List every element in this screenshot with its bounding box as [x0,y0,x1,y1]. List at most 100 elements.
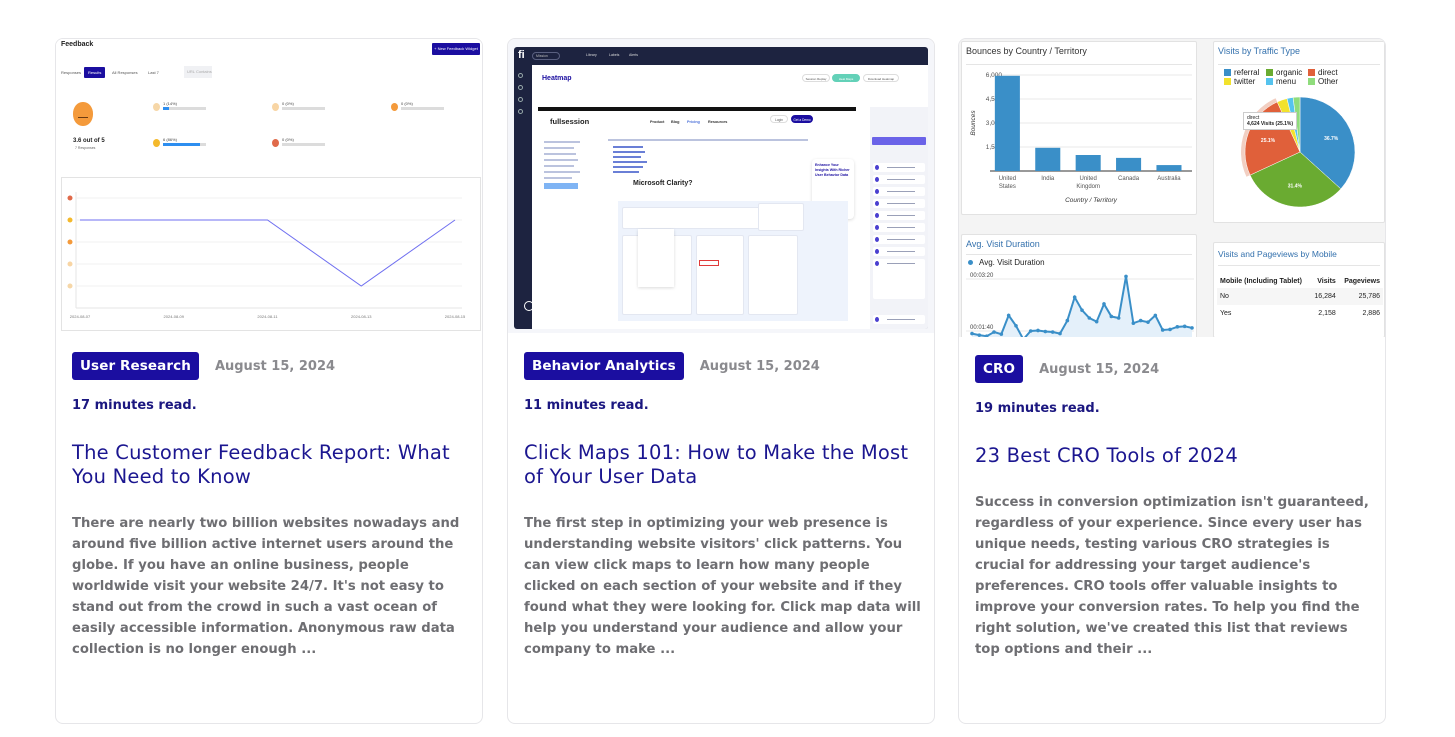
read-time: 19 minutes read. [975,401,1100,416]
y-axis-label: Bounces [970,110,977,136]
category-badge[interactable]: Behavior Analytics [524,352,684,380]
cell: 2,158 [1318,310,1336,317]
bar [1035,147,1061,171]
filter-responses: All Responses [112,70,138,75]
rating-label: 1 (14%) [163,101,178,106]
cta-title: Enhance Your Insights With Richer User B… [815,163,850,177]
duration-point [1072,295,1077,299]
pie-label: 31.4% [1288,184,1303,190]
sidebar-icon [518,73,523,78]
tab-results: Results [84,67,106,78]
rating-face-icon [153,103,160,111]
nav-alerts: Alerts [629,53,638,57]
category-badge[interactable]: User Research [72,352,199,380]
duration-point [1050,330,1055,334]
duration-point [1160,328,1165,332]
level-face-icon [67,217,73,223]
rating-bar [401,107,444,110]
duration-point [1058,331,1062,336]
article-thumbnail[interactable]: Bounces by Country / Territory 6,000 4,50… [959,39,1385,337]
x-tick-label: United [999,176,1016,182]
rating-bar [282,107,325,110]
site-menu-item: Resources [708,120,728,124]
duration-point [1094,319,1099,324]
duration-point [1006,313,1011,318]
bar [1116,157,1142,171]
duration-point [992,330,996,334]
article-title[interactable]: Click Maps 101: How to Make the Most of … [524,441,920,489]
col-header: Mobile (Including Tablet) [1220,278,1302,285]
article-card[interactable]: Feedback + New Feedback Widget Responses… [55,38,483,724]
heatmaps-button: Heat Maps [832,74,860,82]
article-thumbnail[interactable]: fi Mission Library Labels Alerts Heatmap… [508,39,934,333]
nav-library: Library [586,53,597,57]
duration-point [1138,318,1143,323]
session-replay-button: Session Replay [802,74,830,82]
download-heatmap-button: Download Heatmap [863,74,899,82]
rating-face-icon [153,139,160,147]
x-tick-label: States [999,184,1016,190]
cell: No [1217,288,1310,305]
x-tick-label: Australia [1157,176,1181,182]
pie-tooltip: direct 4,624 Visits (25.1%) [1243,112,1298,130]
rating-face-icon [272,139,279,147]
pie-label: 25.1% [1261,138,1276,144]
duration-point [1065,318,1070,323]
site-demo-button: Get a Demo [791,115,813,123]
rating-label: 0 (0%) [282,101,294,106]
x-tick-label: 2024-08-11 [257,314,278,319]
traffic-pie-chart: 36.7% 31.4% 25.1% [1241,96,1356,208]
bounces-panel: Bounces by Country / Territory 6,000 4,50… [961,41,1197,215]
average-score: 3.6 out of 5 [73,138,105,144]
trend-line [80,219,456,287]
site-heading: Microsoft Clarity? [633,180,693,187]
duration-area [972,276,1192,337]
duration-point [1109,314,1114,319]
duration-point [1080,308,1084,312]
duration-point [1131,321,1136,325]
kpi-popup [638,229,674,287]
read-time: 17 minutes read. [72,398,197,413]
article-card[interactable]: Bounces by Country / Territory 6,000 4,50… [958,38,1386,724]
feedback-dashboard-screenshot: Feedback + New Feedback Widget Responses… [56,39,482,333]
duration-point [1014,324,1018,328]
rating-label: 6 (86%) [163,137,178,142]
pie-label: 36.7% [1324,136,1339,142]
traffic-panel: Visits by Traffic Type referral organic di… [1213,41,1385,223]
article-title[interactable]: The Customer Feedback Report: What You N… [72,441,468,489]
x-tick-label: 2024-08-09 [164,314,185,319]
article-card[interactable]: fi Mission Library Labels Alerts Heatmap… [507,38,935,724]
duration-point [1153,313,1158,318]
rating-label: 0 (0%) [282,137,294,142]
y-tick-label: 00:01:40 [970,325,994,331]
category-badge[interactable]: CRO [975,355,1024,383]
duration-point [1102,302,1106,306]
duration-point [970,331,974,336]
trend-svg: 2024-08-07 2024-08-09 2024-08-11 2024-08-13… [67,192,466,319]
duration-point [1116,316,1121,320]
filter-range: Last 7 [148,70,159,75]
x-tick-label: 2024-08-15 [445,314,466,319]
x-tick-label: India [1041,176,1055,182]
new-feedback-widget-button: + New Feedback Widget [432,43,480,55]
article-excerpt: Success in conversion optimization isn't… [975,495,1369,657]
col-header: Visits [1317,278,1336,285]
publish-date: August 15, 2024 [699,358,820,374]
bar [1156,165,1182,171]
read-time: 11 minutes read. [524,398,649,413]
rating-label: 0 (0%) [401,101,413,106]
level-face-icon [67,283,73,289]
response-count: 7 Responses [75,146,96,150]
article-title[interactable]: 23 Best CRO Tools of 2024 [975,444,1371,468]
site-menu-item: Product [650,120,665,124]
bar [994,75,1020,171]
rating-bar [163,107,206,110]
x-tick-label: Canada [1118,176,1140,182]
website-preview: fullsession Product Blog Pricing Resourc… [538,107,856,329]
feedback-title: Feedback [61,41,94,48]
rating-face-icon [391,103,398,111]
sidebar-icon [518,85,523,90]
mobile-title: Visits and Pageviews by Mobile [1218,249,1337,259]
article-thumbnail[interactable]: Feedback + New Feedback Widget Responses… [56,39,482,333]
x-tick-label: 2024-08-13 [351,314,372,319]
